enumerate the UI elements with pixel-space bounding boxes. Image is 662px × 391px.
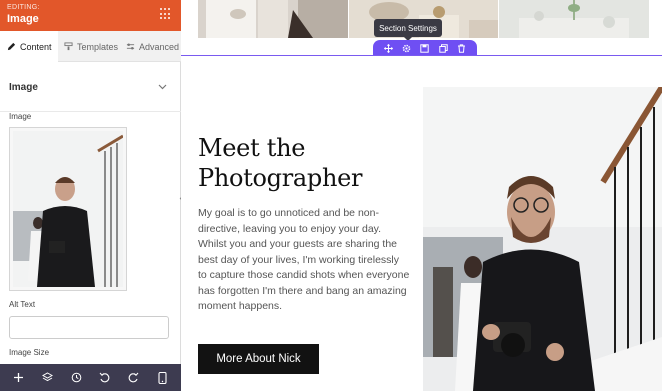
tab-advanced[interactable]: Advanced [124, 31, 179, 62]
image-field-label: Image [9, 112, 32, 121]
editing-label: EDITING: [7, 4, 40, 11]
plus-icon[interactable] [8, 368, 28, 388]
image-thumbnail [13, 131, 123, 287]
duplicate-icon[interactable] [437, 42, 449, 54]
layers-icon[interactable] [37, 368, 57, 388]
mobile-icon[interactable] [153, 368, 173, 388]
heading-line: Photographer [198, 164, 363, 192]
page-canvas: Section Settings Meet the Photographer M… [181, 0, 662, 391]
intro-paragraph: My goal is to go unnoticed and be non-di… [198, 207, 410, 312]
panel-tabs: Content Templates Advanced [0, 31, 181, 62]
sliders-icon [126, 43, 135, 50]
panel-title: Image [7, 13, 39, 25]
panel-footer [0, 364, 181, 391]
image-size-label: Image Size [9, 348, 50, 357]
alt-text-input[interactable] [9, 316, 169, 339]
image-picker[interactable] [9, 127, 127, 291]
gallery-image [198, 0, 348, 38]
delete-icon[interactable] [456, 42, 468, 54]
panel-header: EDITING: Image [0, 0, 181, 31]
alt-text-label: Alt Text [9, 300, 36, 309]
editor-panel: EDITING: Image Content Templates Advance… [0, 0, 181, 391]
section-toolbar [373, 40, 477, 56]
history-icon[interactable] [66, 368, 86, 388]
image-section-header[interactable]: Image [0, 62, 181, 112]
undo-icon[interactable] [95, 368, 115, 388]
gallery-image [499, 0, 649, 38]
tab-content[interactable]: Content [0, 31, 58, 62]
pencil-icon [7, 42, 16, 51]
heading-line: Meet the [198, 134, 306, 162]
section-title: Image [9, 82, 38, 93]
tab-advanced-label: Advanced [139, 41, 180, 52]
template-icon [64, 42, 73, 51]
tab-templates[interactable]: Templates [62, 31, 118, 62]
tab-content-label: Content [20, 41, 52, 52]
grip-dots-icon[interactable] [160, 8, 172, 20]
redo-icon[interactable] [124, 368, 144, 388]
photographer-photo [423, 87, 662, 391]
page-heading: Meet the Photographer [198, 133, 398, 193]
tab-templates-label: Templates [77, 41, 119, 52]
save-icon[interactable] [419, 42, 431, 54]
more-about-button[interactable]: More About Nick [198, 344, 319, 374]
chevron-down-icon [158, 84, 167, 90]
settings-icon[interactable] [401, 42, 413, 54]
move-icon[interactable] [382, 42, 394, 54]
section-settings-tooltip: Section Settings [374, 19, 442, 41]
